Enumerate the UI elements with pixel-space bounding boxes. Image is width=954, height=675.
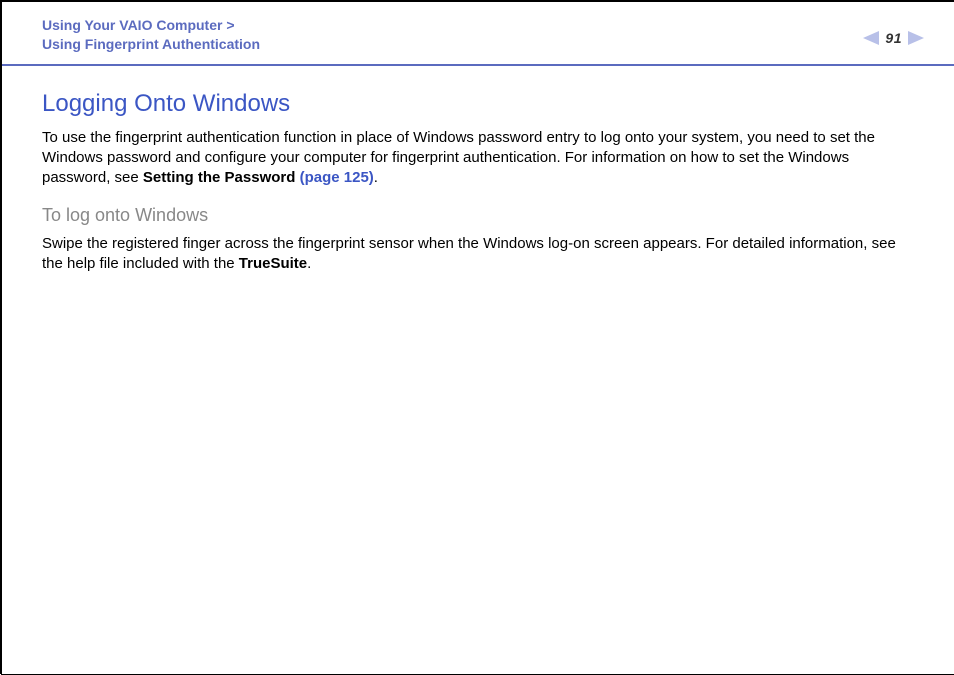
- sub-text-end: .: [307, 255, 311, 272]
- breadcrumb-line-2[interactable]: Using Fingerprint Authentication: [42, 36, 260, 52]
- page-number: 91: [885, 30, 902, 46]
- page-content: Logging Onto Windows To use the fingerpr…: [2, 66, 954, 274]
- intro-bold-ref: Setting the Password: [143, 169, 300, 186]
- sub-text: Swipe the registered finger across the f…: [42, 235, 896, 272]
- section-title: Logging Onto Windows: [42, 90, 914, 118]
- sub-paragraph: Swipe the registered finger across the f…: [42, 234, 914, 275]
- sub-bold-ref: TrueSuite: [239, 255, 307, 272]
- page-nav: 91: [863, 16, 924, 46]
- breadcrumb-line-1[interactable]: Using Your VAIO Computer >: [42, 17, 235, 33]
- subheading: To log onto Windows: [42, 205, 914, 226]
- prev-page-icon[interactable]: [863, 31, 879, 45]
- page-header: Using Your VAIO Computer > Using Fingerp…: [2, 2, 954, 66]
- next-page-icon[interactable]: [908, 31, 924, 45]
- intro-paragraph: To use the fingerprint authentication fu…: [42, 128, 914, 189]
- intro-text-end: .: [374, 169, 378, 186]
- breadcrumb: Using Your VAIO Computer > Using Fingerp…: [42, 16, 260, 54]
- page-reference-link[interactable]: (page 125): [300, 169, 374, 186]
